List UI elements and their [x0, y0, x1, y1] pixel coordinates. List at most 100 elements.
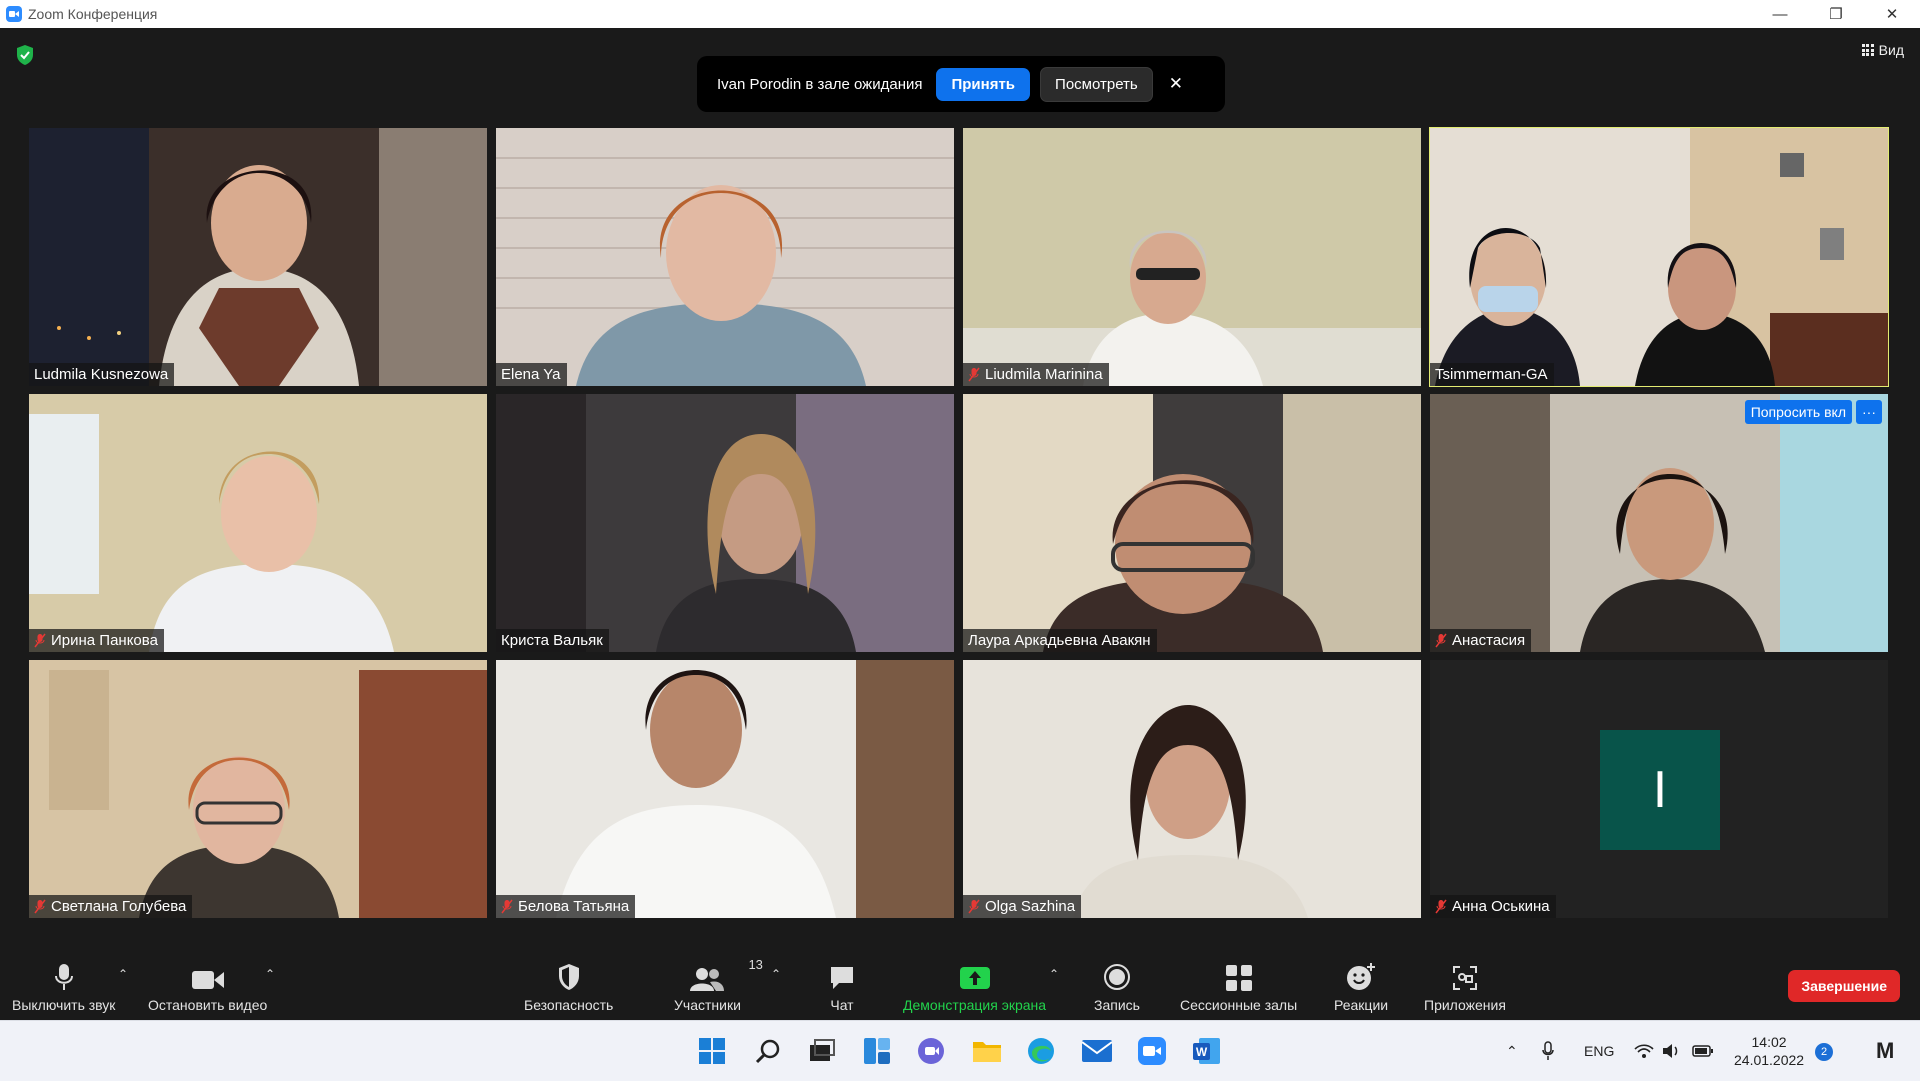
participant-name: Светлана Голубева	[51, 898, 187, 915]
avatar: I	[1600, 730, 1720, 850]
security-shield-icon	[558, 964, 579, 990]
microphone-icon	[54, 964, 73, 990]
close-window-button[interactable]: ✕	[1864, 0, 1920, 28]
video-feed	[29, 394, 487, 652]
show-hidden-icons-chevron-icon[interactable]: ⌃	[1506, 1021, 1518, 1081]
apps-label: Приложения	[1424, 997, 1506, 1013]
end-meeting-button[interactable]: Завершение	[1788, 970, 1900, 1002]
svg-text:W: W	[1196, 1045, 1208, 1059]
smiley-plus-icon	[1347, 963, 1376, 990]
participant-nameplate: Анастасия	[1430, 629, 1532, 652]
mail-icon[interactable]	[1081, 1035, 1113, 1067]
mic-muted-icon	[501, 899, 513, 914]
reactions-button[interactable]: Реакции	[1334, 961, 1388, 1013]
participant-name: Tsimmerman-GA	[1435, 366, 1548, 383]
widgets-icon[interactable]	[861, 1035, 893, 1067]
video-tile[interactable]: Liudmila Marinina	[963, 128, 1421, 386]
share-options-chevron-icon[interactable]: ⌃	[1049, 967, 1059, 981]
word-icon[interactable]: W	[1191, 1035, 1223, 1067]
security-label: Безопасность	[524, 997, 614, 1013]
stop-video-button[interactable]: Остановить видео	[148, 961, 267, 1013]
participant-name: Elena Ya	[501, 366, 561, 383]
ask-to-unmute-button[interactable]: Попросить вкл	[1744, 400, 1852, 424]
encryption-shield-icon[interactable]	[14, 44, 36, 66]
window-title: Zoom Конференция	[28, 6, 158, 22]
breakout-rooms-button[interactable]: Сессионные залы	[1180, 961, 1297, 1013]
video-feed	[1430, 128, 1888, 386]
system-clock[interactable]: 14:02 24.01.2022	[1734, 1033, 1804, 1069]
window-titlebar: Zoom Конференция — ❐ ✕	[0, 0, 1920, 28]
video-tile[interactable]: Ludmila Kusnezowa	[29, 128, 487, 386]
audio-options-chevron-icon[interactable]: ⌃	[118, 967, 128, 981]
video-tile[interactable]: Попросить вкл ··· Анастасия	[1430, 394, 1888, 652]
more-options-button[interactable]: ···	[1856, 400, 1882, 424]
windows-start-icon[interactable]	[696, 1035, 728, 1067]
app-logo-icon[interactable]: M	[1876, 1021, 1894, 1081]
security-button[interactable]: Безопасность	[524, 961, 613, 1013]
share-screen-label: Демонстрация экрана	[903, 997, 1047, 1013]
chat-button[interactable]: Чат	[829, 961, 855, 1013]
participants-button[interactable]: 13 Участники	[674, 957, 763, 1013]
video-tile[interactable]: Лаура Аркадьевна Авакян	[963, 394, 1421, 652]
restore-button[interactable]: ❐	[1808, 0, 1864, 28]
edge-browser-icon[interactable]	[1025, 1035, 1057, 1067]
mute-button[interactable]: Выключить звук	[12, 961, 115, 1013]
share-screen-button[interactable]: Демонстрация экрана	[903, 961, 1046, 1013]
video-feed	[496, 128, 954, 386]
search-icon[interactable]	[752, 1035, 784, 1067]
video-tile[interactable]: Elena Ya	[496, 128, 954, 386]
record-label: Запись	[1094, 997, 1140, 1013]
minimize-button[interactable]: —	[1752, 0, 1808, 28]
video-tile-camera-off[interactable]: I Анна Оськина	[1430, 660, 1888, 918]
participant-nameplate: Ludmila Kusnezowa	[29, 363, 175, 386]
waiting-room-message: Ivan Porodin в зале ожидания	[717, 75, 923, 93]
video-options-chevron-icon[interactable]: ⌃	[265, 967, 275, 981]
video-tile[interactable]: Белова Татьяна	[496, 660, 954, 918]
language-indicator[interactable]: ENG	[1584, 1021, 1614, 1081]
participant-name: Olga Sazhina	[985, 898, 1076, 915]
video-tile[interactable]: Криста Вальяк	[496, 394, 954, 652]
video-tile-active-speaker[interactable]: Tsimmerman-GA	[1429, 127, 1889, 387]
see-waiting-room-button[interactable]: Посмотреть	[1040, 66, 1153, 102]
meeting-stage: Вид Ivan Porodin в зале ожидания Принять…	[0, 28, 1920, 953]
video-tile[interactable]: Ирина Панкова	[29, 394, 487, 652]
participants-options-chevron-icon[interactable]: ⌃	[771, 967, 781, 981]
admit-button[interactable]: Принять	[936, 67, 1031, 101]
participant-nameplate: Elena Ya	[496, 363, 567, 386]
grid-view-icon	[1861, 44, 1874, 56]
volume-icon[interactable]	[1662, 1021, 1682, 1081]
participant-nameplate: Лаура Аркадьевна Авакян	[963, 629, 1157, 652]
notification-badge[interactable]: 2	[1815, 1043, 1833, 1061]
participant-name: Криста Вальяк	[501, 632, 603, 649]
breakout-rooms-label: Сессионные залы	[1180, 997, 1298, 1013]
microphone-tray-icon[interactable]	[1542, 1021, 1554, 1081]
file-explorer-icon[interactable]	[971, 1035, 1003, 1067]
participants-icon	[690, 968, 725, 991]
battery-icon[interactable]	[1692, 1021, 1714, 1081]
record-button[interactable]: Запись	[1094, 961, 1140, 1013]
video-feed	[963, 660, 1421, 918]
participant-nameplate: Ирина Панкова	[29, 629, 164, 652]
share-screen-icon	[959, 967, 990, 989]
video-feed	[29, 128, 487, 386]
apps-button[interactable]: Приложения	[1424, 961, 1506, 1013]
video-tile[interactable]: Olga Sazhina	[963, 660, 1421, 918]
windows-taskbar: W ⌃ ENG 14:02 24.01.2022 2 M	[0, 1020, 1920, 1081]
mic-muted-icon	[34, 633, 46, 648]
waiting-room-notification: Ivan Porodin в зале ожидания Принять Пос…	[697, 56, 1225, 112]
wifi-icon[interactable]	[1634, 1021, 1654, 1081]
task-view-icon[interactable]	[806, 1035, 838, 1067]
participant-nameplate: Анна Оськина	[1430, 895, 1556, 918]
video-feed	[496, 394, 954, 652]
view-layout-button[interactable]: Вид	[1861, 42, 1904, 58]
teams-chat-icon[interactable]	[915, 1035, 947, 1067]
participant-name: Ludmila Kusnezowa	[34, 366, 169, 383]
close-notification-icon[interactable]: ✕	[1169, 74, 1183, 94]
video-feed	[963, 394, 1421, 652]
video-tile[interactable]: Светлана Голубева	[29, 660, 487, 918]
participant-name: Анна Оськина	[1452, 898, 1550, 915]
zoom-taskbar-icon[interactable]	[1136, 1035, 1168, 1067]
view-label: Вид	[1878, 42, 1904, 58]
breakout-rooms-icon	[1225, 965, 1252, 991]
meeting-controls: Выключить звук ⌃ Остановить видео ⌃ Безо…	[0, 953, 1920, 1020]
